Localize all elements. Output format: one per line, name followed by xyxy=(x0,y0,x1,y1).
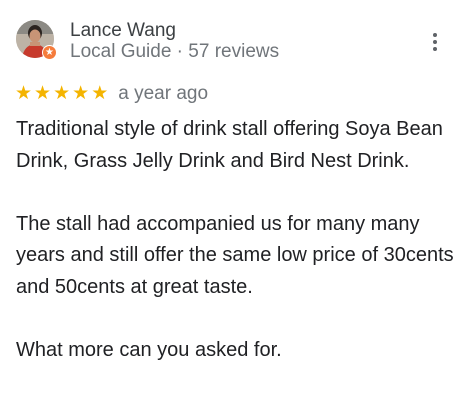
star-icon: ★ xyxy=(72,83,90,104)
review-paragraph: Traditional style of drink stall offerin… xyxy=(16,118,443,172)
review-paragraph: The stall had accompanied us for many ma… xyxy=(16,212,454,298)
star-icon: ★ xyxy=(91,83,109,104)
author-name[interactable]: Lance Wang xyxy=(70,20,176,42)
more-dot xyxy=(433,40,437,44)
more-dot xyxy=(433,33,437,37)
review-time: a year ago xyxy=(118,83,209,104)
more-vert-icon[interactable] xyxy=(425,30,445,54)
star-icon: ★ xyxy=(34,83,52,104)
author-meta[interactable]: Local Guide · 57 reviews xyxy=(70,41,279,63)
local-guide-badge: ★ xyxy=(42,45,57,60)
star-icon: ★ xyxy=(15,83,33,104)
star-icon: ★ xyxy=(53,83,71,104)
review-card: ★ Lance Wang Local Guide · 57 reviews ★ ★… xyxy=(0,0,469,407)
review-paragraph: What more can you asked for. xyxy=(16,338,282,361)
star-rating: ★ ★ ★ ★ ★ xyxy=(15,83,108,105)
star-icon: ★ xyxy=(43,46,56,59)
rating-row: ★ ★ ★ ★ ★ a year ago xyxy=(15,82,208,106)
review-text: Traditional style of drink stall offerin… xyxy=(16,114,456,366)
avatar[interactable]: ★ xyxy=(16,20,57,60)
more-dot xyxy=(433,47,437,51)
